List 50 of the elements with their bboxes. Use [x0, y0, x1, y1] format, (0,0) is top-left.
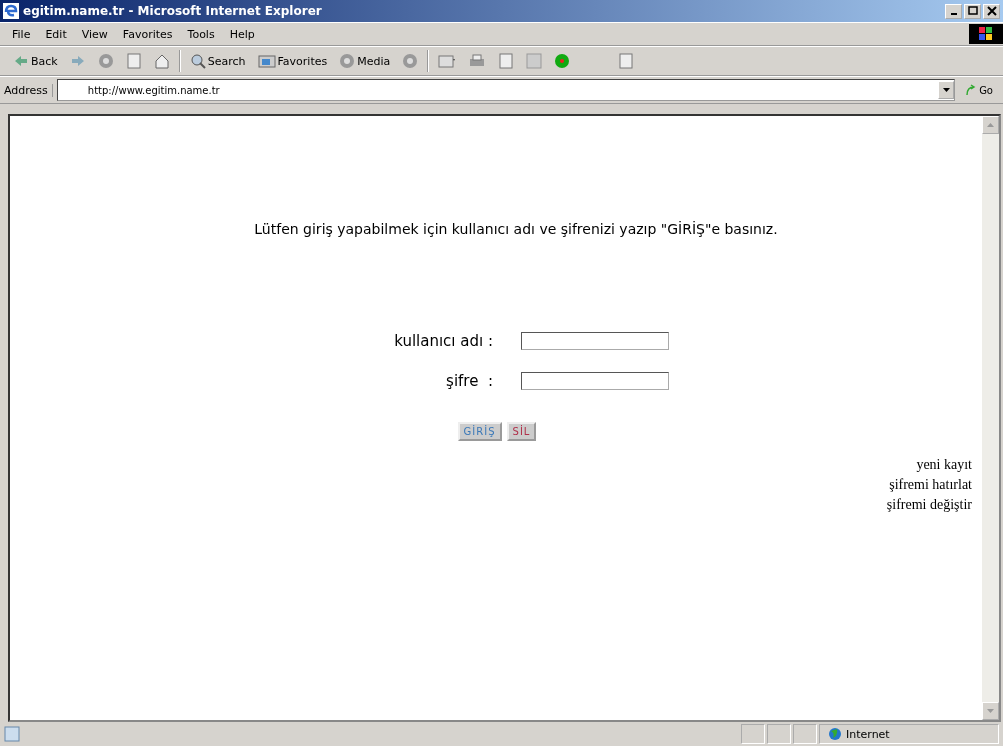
- globe-icon: [828, 727, 842, 741]
- close-button[interactable]: [983, 3, 1000, 19]
- menu-item[interactable]: Edit: [45, 27, 67, 41]
- zone-label: Internet: [846, 727, 890, 741]
- menu-item[interactable]: Tools: [187, 27, 215, 41]
- dropdown-button[interactable]: [938, 81, 955, 99]
- search-icon: [189, 53, 206, 69]
- menu-item[interactable]: Help: [229, 27, 255, 41]
- print-icon: [468, 53, 487, 69]
- go-button[interactable]: Go: [959, 84, 999, 96]
- field-label: kullanıcı adı :: [393, 332, 493, 350]
- go-arrow-icon: [965, 84, 978, 96]
- field-label: şifre :: [445, 372, 493, 390]
- page-icon: [4, 726, 20, 742]
- scroll-down-icon: [987, 709, 994, 713]
- window-title: egitim.name.tr - Microsoft Internet Explorer: [23, 4, 323, 18]
- address-label: Address: [4, 83, 53, 97]
- back-button[interactable]: Back: [10, 53, 61, 69]
- maximize-icon: [967, 6, 978, 16]
- instruction-text: Lütfen giriş yapabilmek için kullanıcı adı ve şifrenizi yazıp "GİRİŞ"e basınız.: [253, 221, 778, 237]
- ie-logo-icon: [3, 3, 19, 19]
- minimize-button[interactable]: [945, 3, 962, 19]
- menu-item[interactable]: Favorites: [122, 27, 173, 41]
- menu-item[interactable]: File: [12, 27, 31, 41]
- menu-item[interactable]: View: [81, 27, 108, 41]
- address-field[interactable]: http://www.egitim.name.tr: [56, 79, 956, 101]
- forward-arrow-icon: [69, 54, 86, 68]
- mail-icon: [438, 53, 457, 69]
- text-link[interactable]: şifremi değiştir: [886, 495, 972, 515]
- form-button[interactable]: SİL: [506, 422, 537, 441]
- status-pane: [741, 724, 765, 744]
- scroll-up-icon: [987, 123, 994, 127]
- caret-icon: [942, 88, 950, 92]
- back-arrow-icon: [13, 54, 29, 68]
- input-field[interactable]: [521, 332, 669, 350]
- favorites-icon: [257, 54, 276, 68]
- status-pane: [767, 724, 791, 744]
- input-field[interactable]: [521, 372, 669, 390]
- search-button[interactable]: Search: [186, 52, 249, 70]
- media-button[interactable]: Media: [336, 52, 394, 70]
- favorites-button[interactable]: Favorites: [254, 53, 331, 69]
- scrollbar[interactable]: [982, 116, 999, 720]
- home-icon: [153, 53, 170, 69]
- text-link[interactable]: yeni kayıt: [916, 455, 972, 475]
- windows-logo-icon: [969, 24, 1003, 44]
- status-pane: [793, 724, 817, 744]
- text-link[interactable]: şifremi hatırlat: [889, 475, 972, 495]
- minimize-icon: [950, 13, 957, 15]
- close-icon: [986, 6, 997, 16]
- maximize-button[interactable]: [964, 3, 981, 19]
